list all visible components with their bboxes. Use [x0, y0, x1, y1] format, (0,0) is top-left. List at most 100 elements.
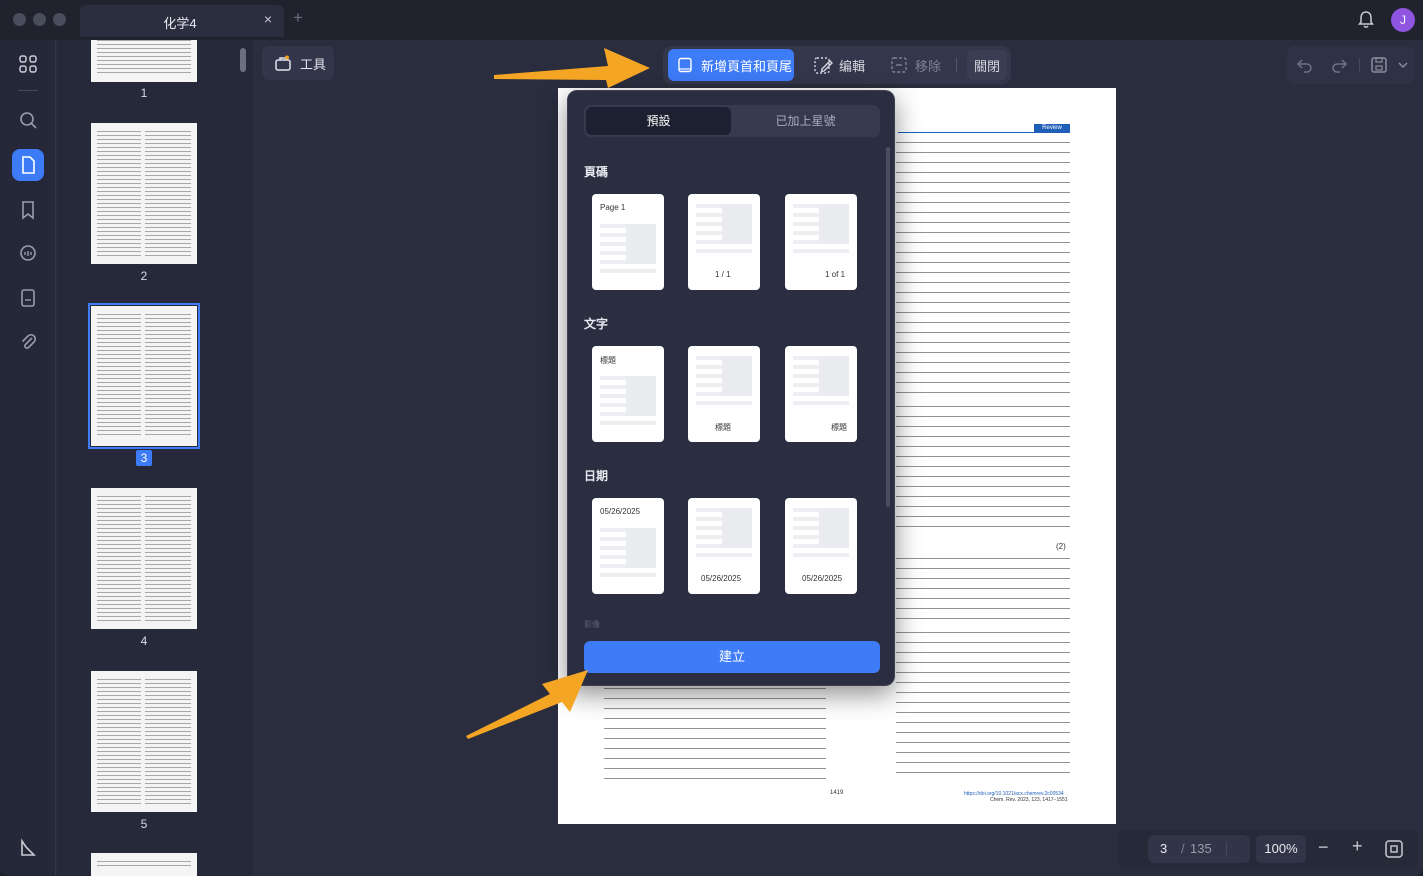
- card-caption: 1 of 1: [825, 270, 846, 279]
- popover-scrollbar[interactable]: [886, 147, 890, 507]
- rail-paperclip-button[interactable]: [12, 326, 44, 358]
- notification-bell-icon[interactable]: [1356, 10, 1376, 30]
- user-avatar[interactable]: J: [1391, 8, 1415, 32]
- template-card-date[interactable]: 05/26/2025: [688, 498, 760, 594]
- card-caption: 05/26/2025: [802, 574, 843, 583]
- page-thumbnail-5[interactable]: [91, 671, 197, 812]
- new-tab-button[interactable]: +: [293, 8, 303, 28]
- grid-icon: [19, 55, 37, 73]
- page-thumbnail-1[interactable]: [91, 40, 197, 82]
- column-text: [896, 632, 1070, 782]
- thumbnail-label: 1: [140, 86, 148, 100]
- redo-icon[interactable]: [1329, 55, 1349, 75]
- search-icon: [20, 112, 37, 129]
- card-caption: 標題: [600, 356, 616, 365]
- page-navigator: 3 / 135: [1148, 835, 1250, 863]
- close-mode-button[interactable]: 關閉: [967, 50, 1008, 80]
- chevron-down-icon[interactable]: [1397, 59, 1409, 71]
- annotation-arrow-icon: [466, 670, 588, 739]
- status-divider: [1226, 842, 1227, 856]
- zoom-out-button[interactable]: −: [1318, 837, 1329, 858]
- tab-default[interactable]: 預設: [586, 107, 731, 135]
- column-text: [604, 688, 826, 782]
- page-icon: [22, 156, 35, 174]
- comment-icon: [20, 245, 36, 261]
- window-zoom-dot[interactable]: [53, 13, 66, 26]
- header-footer-template-popover: 預設 已加上星號 頁碼 Page 1 1 / 1 1 of 1 文字 標題 標題…: [567, 90, 895, 686]
- remove-icon: [891, 57, 907, 73]
- tab-starred[interactable]: 已加上星號: [733, 107, 878, 135]
- toolbar-divider: [1359, 58, 1360, 72]
- template-card-text[interactable]: 標題: [688, 346, 760, 442]
- column-text: [896, 406, 1070, 528]
- card-placeholder: [722, 356, 752, 396]
- section-text: 文字: [584, 317, 609, 331]
- page-footer-number: 1419: [830, 790, 844, 796]
- fit-to-screen-icon[interactable]: [1384, 839, 1404, 859]
- review-tag: Review: [1034, 124, 1070, 133]
- section-image-faded: 影像: [584, 620, 600, 629]
- section-page-number: 頁碼: [584, 165, 609, 179]
- rail-search-button[interactable]: [12, 104, 44, 136]
- zoom-in-button[interactable]: +: [1352, 836, 1363, 857]
- create-button[interactable]: 建立: [584, 641, 880, 673]
- template-card-text[interactable]: 標題: [592, 346, 664, 442]
- document-tab[interactable]: 化学4 ×: [80, 5, 284, 37]
- template-card-page-number[interactable]: 1 / 1: [688, 194, 760, 290]
- page-thumbnail-3[interactable]: [88, 303, 200, 449]
- rail-pages-button[interactable]: [12, 149, 44, 181]
- template-card-date[interactable]: 05/26/2025: [592, 498, 664, 594]
- thumbnail-label: 4: [140, 634, 148, 648]
- document-icon: [21, 289, 35, 307]
- header-footer-icon: [678, 57, 692, 73]
- undo-icon[interactable]: [1295, 55, 1315, 75]
- tab-close-button[interactable]: ×: [264, 11, 272, 27]
- total-pages: 135: [1190, 841, 1212, 856]
- edit-pencil-icon: [814, 57, 833, 74]
- remove-button[interactable]: 移除: [889, 46, 941, 84]
- history-toolbar: [1287, 46, 1415, 84]
- rail-attachment-page-button[interactable]: [12, 282, 44, 314]
- tools-label: 工具: [300, 56, 327, 72]
- rail-comment-button[interactable]: [12, 238, 44, 270]
- close-label: 關閉: [974, 58, 1001, 74]
- card-placeholder: [626, 376, 656, 416]
- window-close-dot[interactable]: [13, 13, 26, 26]
- remove-label: 移除: [915, 58, 942, 74]
- template-card-date[interactable]: 05/26/2025: [785, 498, 857, 594]
- rail-bookmark-button[interactable]: [12, 194, 44, 226]
- card-placeholder: [626, 224, 656, 264]
- rail-layers-button[interactable]: [12, 832, 44, 864]
- current-page-input[interactable]: 3: [1160, 841, 1167, 856]
- rail-grid-button[interactable]: [12, 48, 44, 80]
- column-text: [896, 558, 1070, 622]
- card-placeholder: [819, 356, 849, 396]
- title-bar: 化学4 × + J: [0, 0, 1423, 40]
- layers-icon: [21, 838, 36, 856]
- footer-journal: Chem. Rev. 2023, 123, 1417−1551: [990, 797, 1068, 803]
- toolbox-icon: [275, 55, 291, 71]
- bookmark-icon: [22, 201, 34, 220]
- thumbnail-label-selected: 3: [91, 450, 197, 466]
- annotation-arrow-icon: [494, 48, 650, 88]
- template-card-text[interactable]: 標題: [785, 346, 857, 442]
- card-placeholder: [722, 204, 752, 244]
- page-separator: /: [1181, 841, 1185, 856]
- page-thumbnail-6[interactable]: [91, 853, 197, 876]
- card-placeholder: [722, 508, 752, 548]
- window-minimize-dot[interactable]: [33, 13, 46, 26]
- thumbnail-scrollbar[interactable]: [240, 48, 246, 72]
- card-caption: 1 / 1: [715, 270, 731, 279]
- add-header-footer-button[interactable]: 新增頁首和頁尾: [668, 49, 794, 81]
- page-thumbnail-4[interactable]: [91, 488, 197, 629]
- page-thumbnail-2[interactable]: [91, 123, 197, 264]
- template-card-page-number[interactable]: Page 1: [592, 194, 664, 290]
- edit-label: 编輯: [839, 58, 866, 74]
- card-caption: 05/26/2025: [600, 507, 641, 516]
- zoom-level-dropdown[interactable]: 100%: [1256, 835, 1306, 863]
- card-placeholder: [819, 508, 849, 548]
- template-card-page-number[interactable]: 1 of 1: [785, 194, 857, 290]
- save-icon[interactable]: [1369, 55, 1389, 75]
- tools-button[interactable]: 工具: [262, 46, 334, 80]
- edit-button[interactable]: 编輯: [813, 46, 865, 84]
